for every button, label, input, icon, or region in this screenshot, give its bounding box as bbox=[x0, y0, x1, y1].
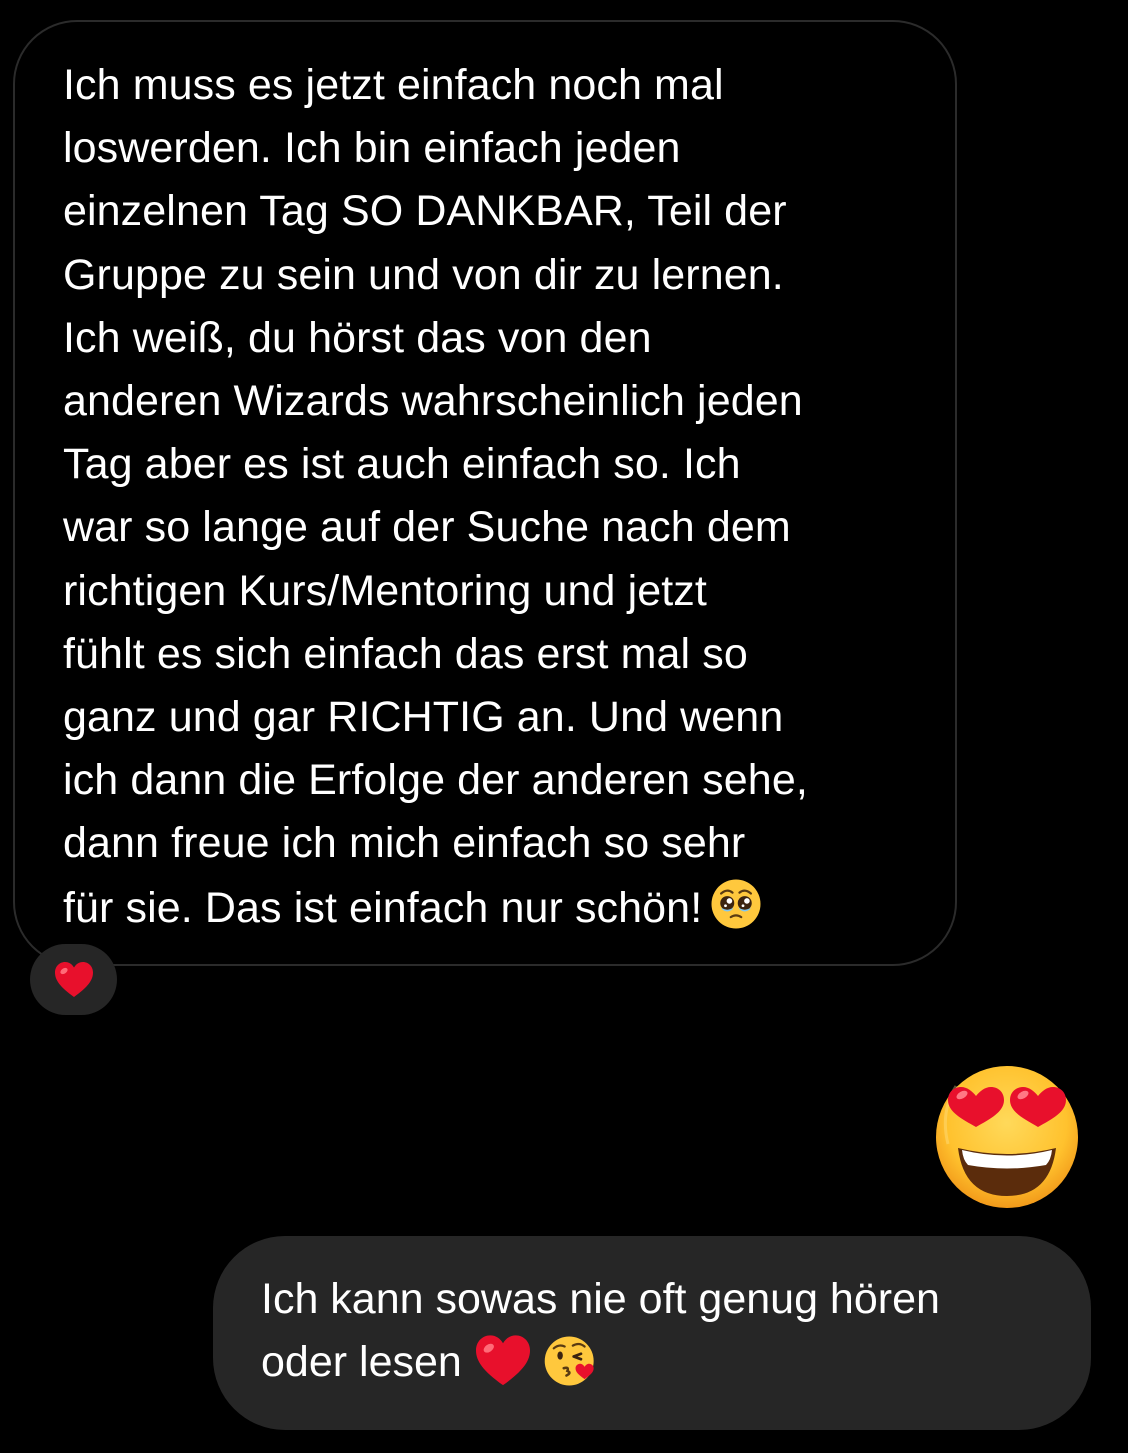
message-line: war so lange auf der Suche nach dem bbox=[63, 503, 791, 552]
message-line: Ich kann sowas nie oft genug hören bbox=[261, 1275, 940, 1323]
heart-reaction-badge[interactable] bbox=[30, 944, 117, 1015]
message-line-last: oder lesen bbox=[261, 1331, 1061, 1394]
pleading-face-emoji-icon bbox=[711, 879, 761, 929]
message-line-last: für sie. Das ist einfach nur schön! bbox=[63, 876, 923, 940]
message-line: einzelnen Tag SO DANKBAR, Teil der bbox=[63, 187, 787, 236]
message-line: dann freue ich mich einfach so sehr bbox=[63, 819, 746, 868]
outgoing-message-text: Ich kann sowas nie oft genug hören oder … bbox=[261, 1268, 1061, 1394]
message-line-text: oder lesen bbox=[261, 1338, 462, 1386]
face-blowing-kiss-emoji-icon bbox=[544, 1336, 594, 1386]
message-line: Ich muss es jetzt einfach noch mal bbox=[63, 61, 724, 109]
message-line: fühlt es sich einfach das erst mal so bbox=[63, 629, 748, 678]
message-line: Tag aber es ist auch einfach so. Ich bbox=[63, 440, 741, 489]
message-line: ganz und gar RICHTIG an. Und wenn bbox=[63, 693, 784, 742]
heart-eyes-emoji-icon[interactable] bbox=[934, 1064, 1080, 1210]
incoming-message-bubble[interactable]: Ich muss es jetzt einfach noch mal loswe… bbox=[13, 20, 957, 966]
message-line: anderen Wizards wahrscheinlich jeden bbox=[63, 377, 803, 426]
message-line: Ich weiß, du hörst das von den bbox=[63, 313, 652, 362]
red-heart-icon bbox=[54, 961, 93, 997]
message-line: loswerden. Ich bin einfach jeden bbox=[63, 124, 681, 173]
incoming-message-text: Ich muss es jetzt einfach noch mal loswe… bbox=[63, 54, 923, 940]
message-line: ich dann die Erfolge der anderen sehe, bbox=[63, 756, 808, 805]
outgoing-message-bubble[interactable]: Ich kann sowas nie oft genug hören oder … bbox=[213, 1236, 1091, 1430]
message-line: Gruppe zu sein und von dir zu lernen. bbox=[63, 250, 784, 299]
red-heart-emoji-icon bbox=[475, 1335, 530, 1386]
message-line: richtigen Kurs/Mentoring und jetzt bbox=[63, 566, 707, 615]
message-line-text: für sie. Das ist einfach nur schön! bbox=[63, 883, 703, 932]
